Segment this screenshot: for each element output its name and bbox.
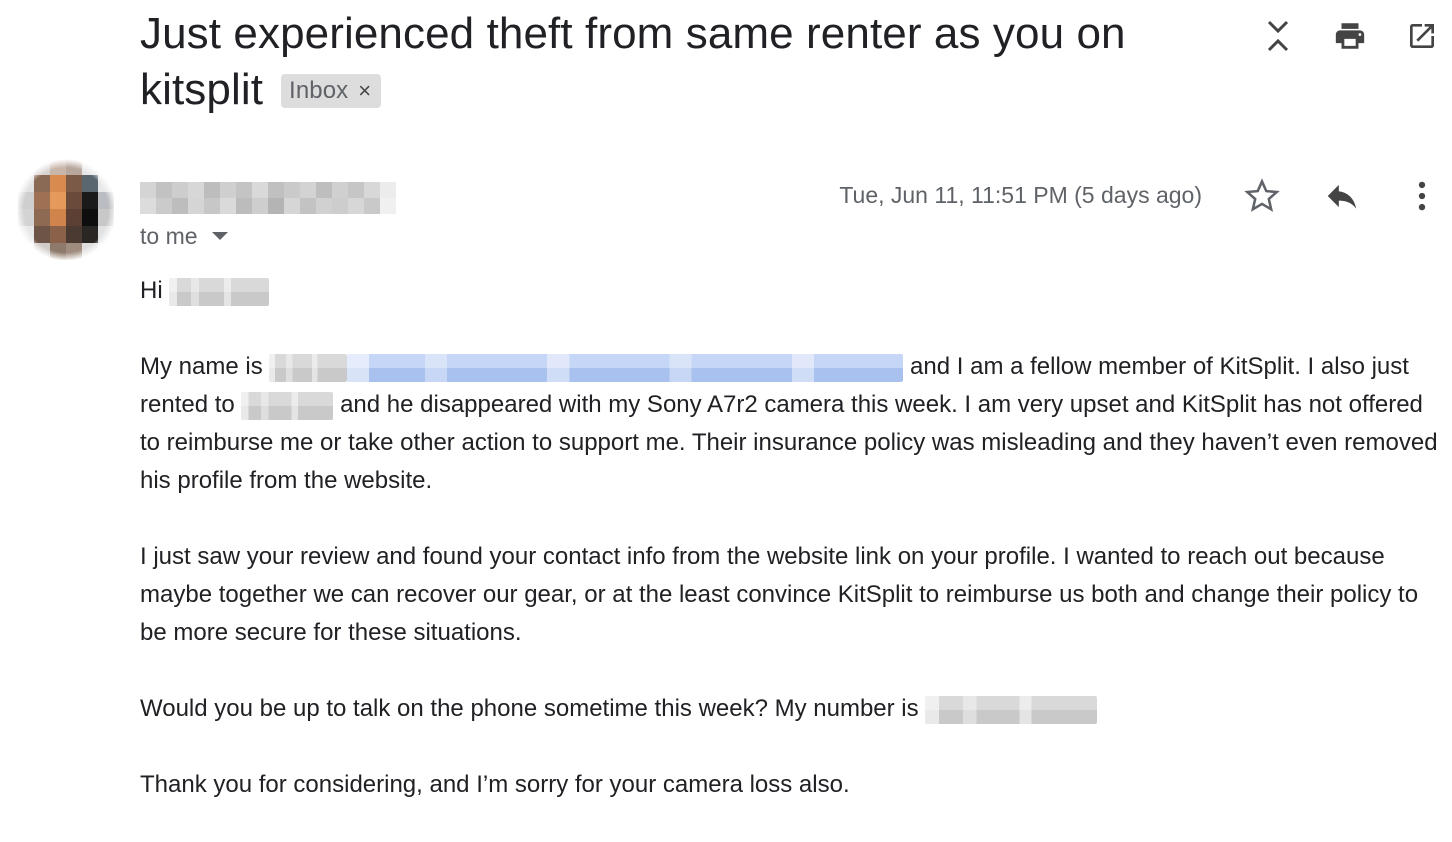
- paragraph-4: Thank you for considering, and I’m sorry…: [140, 771, 850, 798]
- redacted-renter-name: [241, 392, 334, 420]
- email-subject: Just experienced theft from same renter …: [140, 6, 1240, 118]
- redacted-link[interactable]: [347, 354, 904, 382]
- more-vert-icon[interactable]: [1402, 176, 1442, 216]
- label-text: Inbox: [289, 77, 349, 104]
- greeting-text: Hi: [140, 277, 163, 304]
- reply-icon[interactable]: [1322, 176, 1362, 216]
- star-icon[interactable]: [1242, 176, 1282, 216]
- open-in-new-window-icon[interactable]: [1404, 18, 1440, 54]
- redacted-recipient-name: [169, 278, 270, 306]
- p3-text: Would you be up to talk on the phone som…: [140, 695, 919, 722]
- sender-name: [140, 182, 396, 214]
- p1-part-a: My name is: [140, 353, 263, 380]
- message-date: Tue, Jun 11, 11:51 PM (5 days ago): [839, 182, 1202, 208]
- redacted-phone-number: [925, 696, 1098, 724]
- sender-avatar[interactable]: [18, 158, 114, 262]
- chevron-down-icon[interactable]: [211, 232, 228, 240]
- remove-label-icon[interactable]: ×: [358, 74, 371, 108]
- collapse-all-icon[interactable]: [1260, 18, 1296, 54]
- message-body: Hi My name is and I am a fellow member o…: [140, 272, 1440, 842]
- paragraph-3: Would you be up to talk on the phone som…: [140, 690, 1440, 728]
- print-icon[interactable]: [1332, 18, 1368, 54]
- paragraph-1: My name is and I am a fellow member of K…: [140, 348, 1440, 500]
- p1-part-c: and he disappeared with my Sony A7r2 cam…: [140, 391, 1438, 494]
- redacted-sender-name: [269, 354, 348, 382]
- inbox-label-chip[interactable]: Inbox ×: [281, 74, 382, 108]
- greeting-paragraph: Hi: [140, 272, 1440, 310]
- paragraph-2: I just saw your review and found your co…: [140, 543, 1419, 646]
- recipient-text: to me: [140, 223, 198, 249]
- recipient-details-toggle[interactable]: to me: [140, 222, 228, 250]
